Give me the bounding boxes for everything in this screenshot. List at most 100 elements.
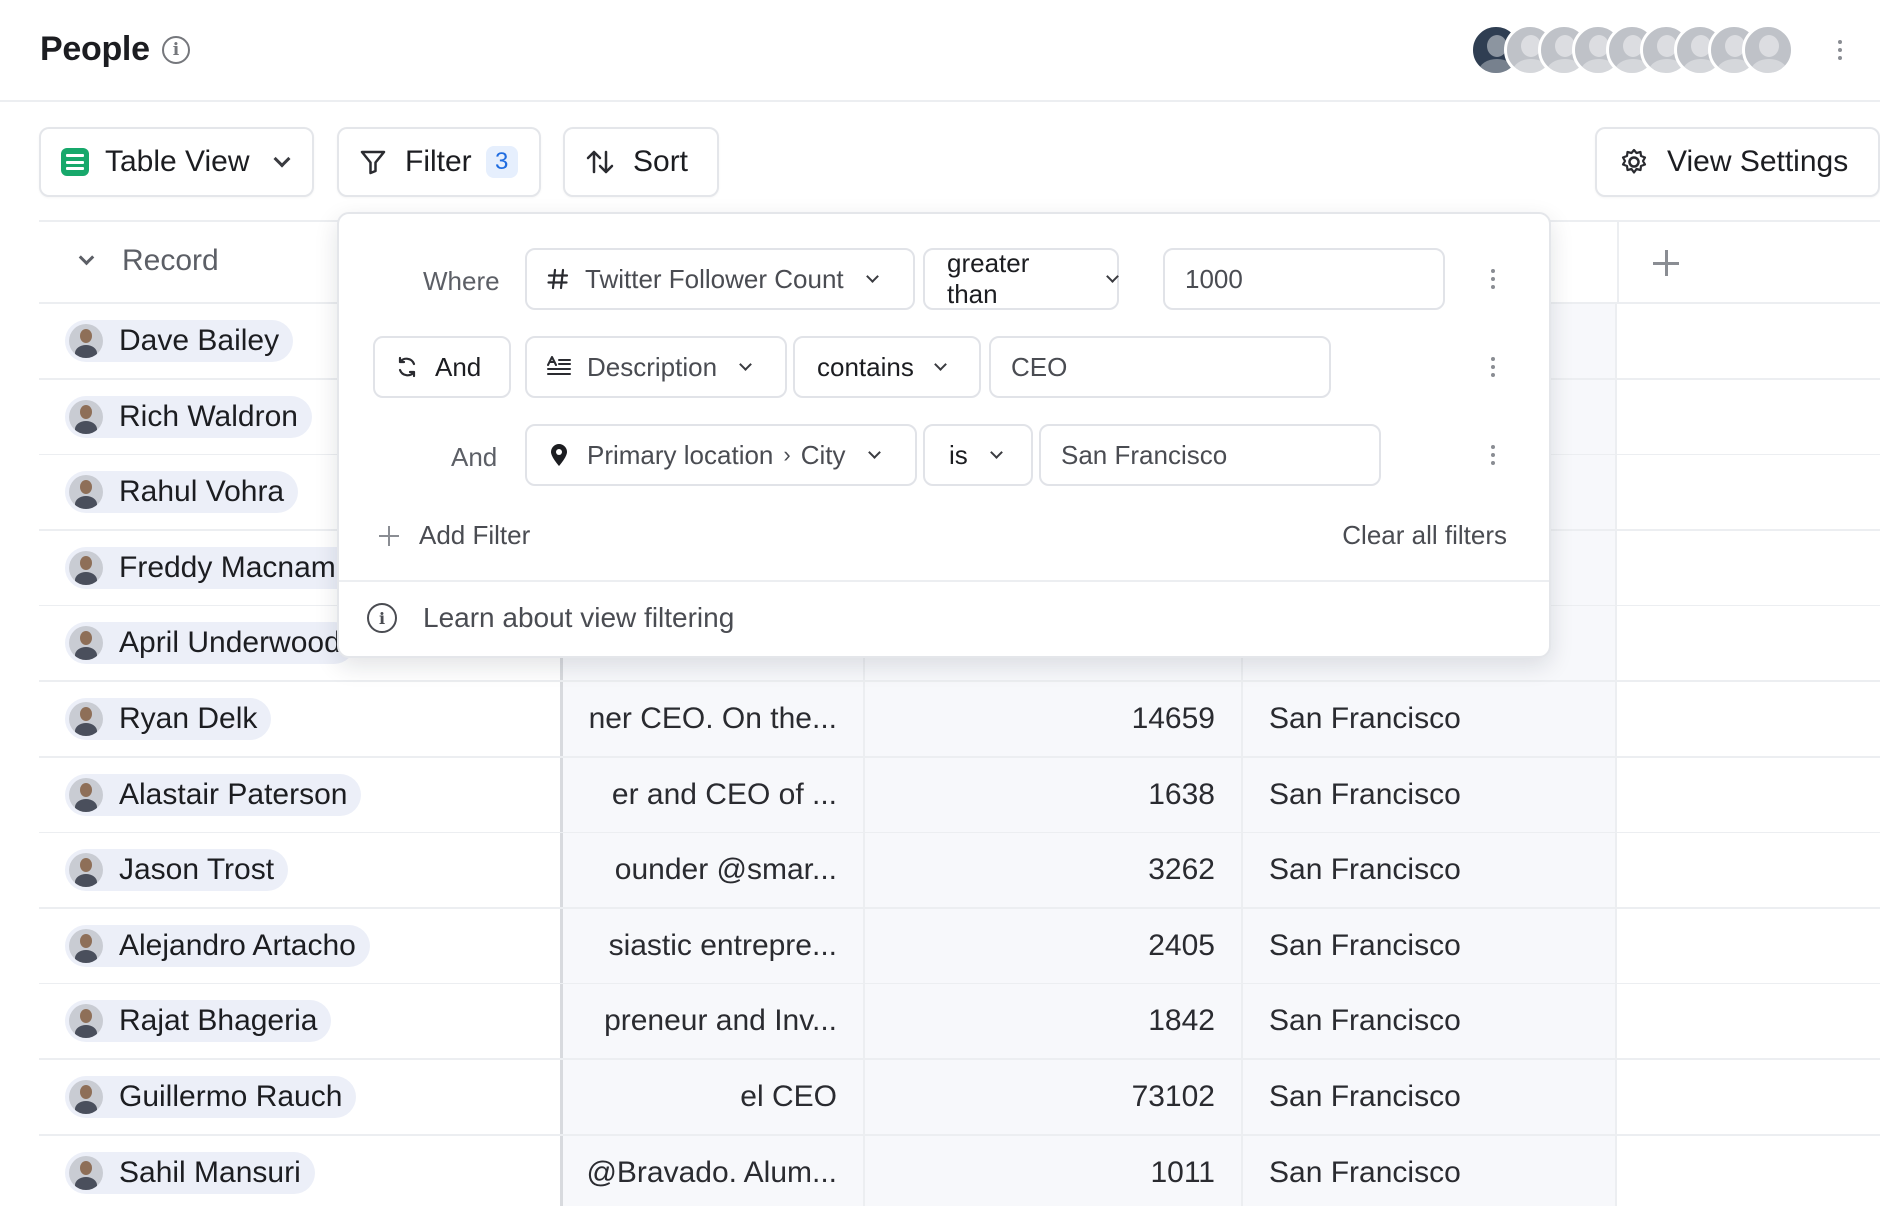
filter-field-select[interactable]: Description: [525, 336, 787, 398]
twitter-follower-count-cell[interactable]: 1638: [865, 757, 1243, 832]
empty-cell[interactable]: [1617, 1060, 1880, 1134]
learn-filtering-link[interactable]: i Learn about view filtering: [367, 602, 734, 634]
view-settings-button[interactable]: View Settings: [1595, 127, 1880, 197]
table-row[interactable]: Ryan Delk ner CEO. On the... 14659 San Fran…: [39, 682, 1880, 758]
more-vertical-icon[interactable]: [1488, 440, 1498, 470]
description-cell[interactable]: siastic entrepre...: [563, 908, 865, 983]
empty-cell[interactable]: [1617, 984, 1880, 1059]
record-cell[interactable]: Guillermo Rauch: [39, 1060, 563, 1134]
city-cell[interactable]: San Francisco: [1243, 908, 1617, 983]
empty-cell[interactable]: [1617, 530, 1880, 605]
filter-conjunction-where: Where: [423, 266, 500, 296]
chevron-down-icon: [1106, 270, 1119, 283]
description-text: er and CEO of ...: [611, 777, 837, 811]
empty-cell[interactable]: [1617, 1135, 1880, 1206]
twitter-follower-count-cell[interactable]: 1842: [865, 984, 1243, 1059]
person-chip[interactable]: Alejandro Artacho: [65, 924, 370, 967]
filter-button[interactable]: Filter 3: [337, 127, 541, 197]
description-text: ounder @smar...: [614, 853, 837, 887]
record-cell[interactable]: Alejandro Artacho: [39, 908, 563, 983]
filter-operator-label: greater than: [947, 248, 1030, 309]
avatar: [69, 324, 103, 358]
empty-cell[interactable]: [1617, 455, 1880, 530]
record-cell[interactable]: Jason Trost: [39, 833, 563, 908]
table-row[interactable]: Alejandro Artacho siastic entrepre... 2405…: [39, 908, 1880, 985]
person-chip[interactable]: Ryan Delk: [65, 698, 272, 740]
description-cell[interactable]: el CEO: [563, 1060, 865, 1134]
person-name: Jason Trost: [119, 853, 275, 887]
table-view-button[interactable]: Table View: [39, 127, 314, 197]
person-chip[interactable]: Rich Waldron: [65, 395, 312, 438]
person-chip[interactable]: Rahul Vohra: [65, 471, 299, 514]
person-chip[interactable]: April Underwood: [65, 622, 355, 665]
filter-field-select[interactable]: Primary location › City: [525, 424, 917, 486]
record-cell[interactable]: Alastair Paterson: [39, 757, 563, 832]
city-cell[interactable]: San Francisco: [1243, 984, 1617, 1059]
empty-cell[interactable]: [1617, 304, 1880, 378]
record-column-header[interactable]: Record: [78, 244, 219, 278]
filter-value-input[interactable]: CEO: [989, 336, 1331, 398]
filter-conjunction-select[interactable]: And: [373, 336, 511, 398]
sort-button[interactable]: Sort: [563, 127, 719, 197]
table-row[interactable]: Jason Trost ounder @smar... 3262 San Franci…: [39, 833, 1880, 910]
person-chip[interactable]: Jason Trost: [65, 849, 289, 892]
filter-value-input[interactable]: 1000: [1163, 248, 1445, 310]
person-chip[interactable]: Dave Bailey: [65, 320, 294, 362]
city-cell[interactable]: San Francisco: [1243, 1060, 1617, 1134]
empty-cell[interactable]: [1617, 757, 1880, 832]
add-column-button[interactable]: [1617, 222, 1880, 306]
empty-cell[interactable]: [1617, 833, 1880, 908]
person-name: Rajat Bhageria: [119, 1004, 318, 1038]
filter-operator-select[interactable]: greater than: [923, 248, 1119, 310]
description-cell[interactable]: ounder @smar...: [563, 833, 865, 908]
chevron-down-icon: [933, 358, 947, 371]
avatar[interactable]: [1742, 24, 1794, 76]
chevron-right-icon: ›: [783, 442, 791, 467]
record-cell[interactable]: Rajat Bhageria: [39, 984, 563, 1059]
gear-icon: [1621, 148, 1647, 174]
avatar: [69, 475, 103, 510]
more-vertical-icon[interactable]: [1488, 352, 1498, 382]
twitter-follower-count-cell[interactable]: 1011: [865, 1135, 1243, 1206]
table-row[interactable]: Guillermo Rauch el CEO 73102 San Francisco: [39, 1060, 1880, 1136]
twitter-follower-count-cell[interactable]: 2405: [865, 908, 1243, 983]
page-title: People: [40, 30, 150, 68]
person-name: Rahul Vohra: [119, 475, 285, 509]
filter-operator-select[interactable]: is: [923, 424, 1033, 486]
description-cell[interactable]: er and CEO of ...: [563, 757, 865, 832]
collaborator-avatars[interactable]: [1470, 24, 1794, 76]
city-cell[interactable]: San Francisco: [1243, 757, 1617, 832]
empty-cell[interactable]: [1617, 606, 1880, 681]
description-cell[interactable]: @Bravado. Alum...: [563, 1135, 865, 1206]
filter-field-select[interactable]: Twitter Follower Count: [525, 248, 915, 310]
add-filter-button[interactable]: Add Filter: [379, 520, 530, 551]
city-cell[interactable]: San Francisco: [1243, 1135, 1617, 1206]
avatar: [69, 702, 103, 736]
twitter-follower-count-cell[interactable]: 14659: [865, 682, 1243, 756]
record-cell[interactable]: Ryan Delk: [39, 682, 563, 756]
table-row[interactable]: Sahil Mansuri @Bravado. Alum... 1011 San Fr…: [39, 1135, 1880, 1206]
description-cell[interactable]: preneur and Inv...: [563, 984, 865, 1059]
city-cell[interactable]: San Francisco: [1243, 833, 1617, 908]
person-chip[interactable]: Sahil Mansuri: [65, 1151, 315, 1194]
description-cell[interactable]: ner CEO. On the...: [563, 682, 865, 756]
more-vertical-icon[interactable]: [1828, 34, 1852, 66]
person-chip[interactable]: Alastair Paterson: [65, 773, 362, 816]
person-chip[interactable]: Guillermo Rauch: [65, 1076, 357, 1118]
empty-cell[interactable]: [1617, 379, 1880, 454]
filter-value-input[interactable]: San Francisco: [1039, 424, 1381, 486]
twitter-follower-count-cell[interactable]: 3262: [865, 833, 1243, 908]
empty-cell[interactable]: [1617, 682, 1880, 756]
table-row[interactable]: Rajat Bhageria preneur and Inv... 1842 San …: [39, 984, 1880, 1061]
empty-cell[interactable]: [1617, 908, 1880, 983]
more-vertical-icon[interactable]: [1488, 264, 1498, 294]
table-row[interactable]: Alastair Paterson er and CEO of ... 1638 Sa…: [39, 757, 1880, 834]
clear-all-filters-button[interactable]: Clear all filters: [1342, 520, 1507, 551]
divider: [339, 580, 1549, 582]
info-icon[interactable]: i: [162, 36, 190, 64]
filter-operator-select[interactable]: contains: [793, 336, 981, 398]
record-cell[interactable]: Sahil Mansuri: [39, 1135, 563, 1206]
person-chip[interactable]: Rajat Bhageria: [65, 1000, 332, 1043]
city-cell[interactable]: San Francisco: [1243, 682, 1617, 756]
twitter-follower-count-cell[interactable]: 73102: [865, 1060, 1243, 1134]
